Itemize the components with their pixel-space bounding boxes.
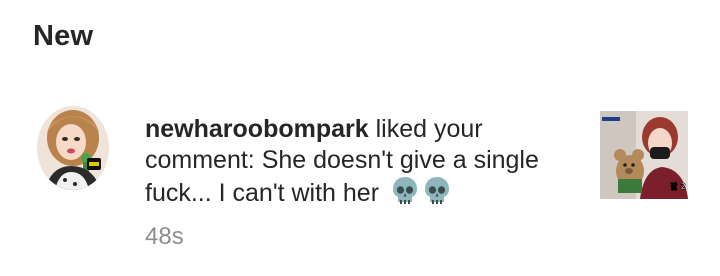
timestamp: 48s: [145, 223, 184, 250]
post-thumbnail[interactable]: 팔 2: [600, 111, 688, 199]
avatar[interactable]: [37, 106, 109, 190]
notification-message: newharoobompark liked your comment: She …: [145, 114, 575, 214]
username-link[interactable]: newharoobompark: [145, 115, 369, 143]
section-title: New: [33, 20, 94, 52]
skull-emoji: [424, 176, 450, 214]
thumbnail-caption: 팔 2: [670, 181, 686, 191]
notification-item[interactable]: newharoobompark liked your comment: She …: [0, 100, 720, 260]
skull-emoji: [392, 176, 418, 214]
